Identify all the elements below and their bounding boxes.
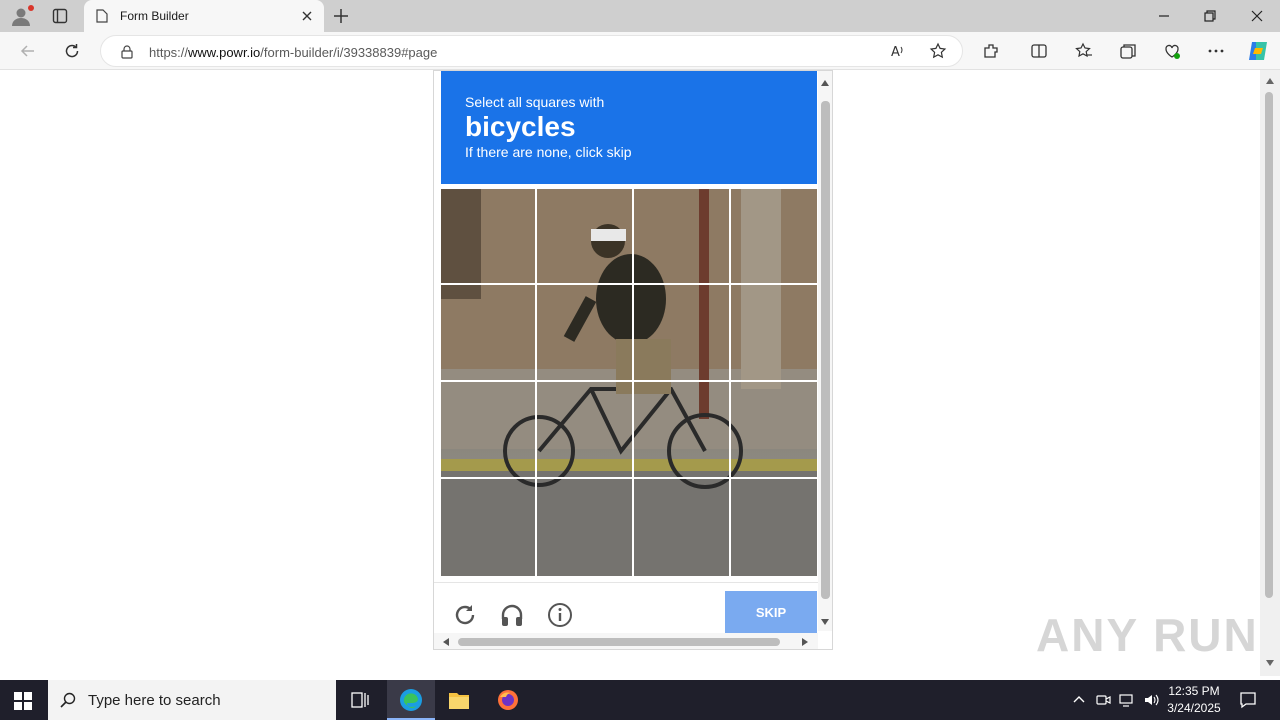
tab-title: Form Builder [120, 9, 189, 23]
back-icon[interactable] [19, 42, 37, 60]
copilot-icon[interactable] [1246, 39, 1270, 63]
anyrun-watermark: ANY RUN [1036, 609, 1259, 661]
extensions-icon[interactable] [982, 42, 1000, 60]
clock-time: 12:35 PM [1168, 684, 1220, 698]
scroll-left-icon[interactable] [443, 638, 449, 646]
captcha-tile[interactable] [441, 189, 537, 285]
restore-icon[interactable] [1202, 8, 1218, 24]
new-tab-icon[interactable] [332, 7, 350, 25]
network-icon[interactable] [1119, 692, 1135, 708]
captcha-instruction: Select all squares with [465, 94, 605, 110]
captcha-tile[interactable] [731, 285, 817, 382]
captcha-tile[interactable] [537, 479, 634, 576]
split-screen-icon[interactable] [1030, 42, 1048, 60]
taskbar-search-box[interactable]: Type here to search [48, 680, 336, 720]
captcha-target-word: bicycles [465, 111, 576, 142]
address-bar[interactable]: https://www.powr.io/form-builder/i/39338… [100, 35, 963, 67]
captcha-tile[interactable] [731, 382, 817, 479]
url-text[interactable]: https://www.powr.io/form-builder/i/39338… [149, 45, 437, 60]
notification-dot [28, 5, 34, 11]
edge-icon [400, 689, 422, 711]
captcha-tile[interactable] [634, 285, 731, 382]
close-tab-icon[interactable] [300, 9, 314, 23]
scroll-down-icon[interactable] [1266, 660, 1274, 666]
firefox-icon [498, 690, 518, 710]
task-view-button[interactable] [336, 680, 384, 720]
read-aloud-icon[interactable]: A [889, 42, 907, 60]
captcha-tile[interactable] [537, 189, 634, 285]
captcha-frame: Select all squares with bicycles If ther… [433, 70, 833, 650]
windows-start-icon[interactable] [14, 692, 32, 710]
browser-navbar: https://www.powr.io/form-builder/i/39338… [0, 32, 1280, 70]
page-icon [96, 9, 108, 23]
meet-now-icon[interactable] [1095, 692, 1111, 708]
edge-taskbar-button[interactable] [387, 680, 435, 720]
page-scroll-thumb[interactable] [1265, 92, 1273, 598]
taskbar-clock[interactable]: 12:35 PM 3/24/2025 [1164, 683, 1224, 717]
favorite-star-icon[interactable] [929, 42, 947, 60]
captcha-scroll-thumb[interactable] [821, 101, 830, 599]
scroll-down-icon[interactable] [821, 619, 829, 625]
scroll-up-icon[interactable] [821, 80, 829, 86]
favorites-icon[interactable] [1075, 42, 1093, 60]
browser-essentials-icon[interactable] [1163, 42, 1181, 60]
tab-actions-icon[interactable] [52, 8, 68, 24]
page-scrollbar[interactable] [1260, 70, 1280, 676]
close-window-icon[interactable] [1249, 8, 1265, 24]
show-hidden-icons-icon[interactable] [1071, 692, 1087, 708]
captcha-tile[interactable] [731, 479, 817, 576]
collections-icon[interactable] [1119, 42, 1137, 60]
skip-button[interactable]: SKIP [725, 591, 817, 635]
captcha-tile[interactable] [537, 285, 634, 382]
captcha-tile[interactable] [634, 479, 731, 576]
minimize-icon[interactable] [1156, 8, 1172, 24]
browser-titlebar: Form Builder [0, 0, 1280, 32]
captcha-hint: If there are none, click skip [465, 144, 632, 160]
reload-icon[interactable] [452, 602, 478, 628]
lock-icon[interactable] [121, 45, 133, 59]
task-view-icon [351, 692, 369, 708]
notifications-icon[interactable] [1239, 691, 1257, 709]
captcha-tile[interactable] [441, 479, 537, 576]
headphones-icon[interactable] [499, 602, 525, 628]
captcha-tile[interactable] [441, 382, 537, 479]
captcha-tile[interactable] [537, 382, 634, 479]
info-icon[interactable] [547, 602, 573, 628]
scroll-right-icon[interactable] [802, 638, 808, 646]
windows-taskbar: Type here to search 12:35 PM 3/24/2025 [0, 680, 1280, 720]
tab-form-builder[interactable]: Form Builder [84, 0, 324, 32]
captcha-image-grid [441, 189, 817, 576]
search-placeholder: Type here to search [88, 692, 221, 709]
clock-date: 3/24/2025 [1167, 701, 1221, 715]
file-explorer-button[interactable] [435, 680, 483, 720]
captcha-tile[interactable] [731, 189, 817, 285]
captcha-tile[interactable] [634, 382, 731, 479]
more-menu-icon[interactable] [1207, 42, 1225, 60]
firefox-taskbar-button[interactable] [484, 680, 532, 720]
svg-text:A: A [891, 45, 900, 60]
captcha-hscroll-thumb[interactable] [458, 638, 780, 646]
scroll-up-icon[interactable] [1266, 78, 1274, 84]
captcha-horizontal-scrollbar[interactable] [434, 633, 818, 649]
search-icon [60, 692, 76, 708]
volume-icon[interactable] [1143, 692, 1159, 708]
captcha-tile[interactable] [441, 285, 537, 382]
captcha-vertical-scrollbar[interactable] [818, 71, 832, 631]
refresh-icon[interactable] [63, 42, 81, 60]
folder-icon [449, 693, 469, 709]
captcha-header: Select all squares with bicycles If ther… [441, 71, 817, 184]
captcha-tile[interactable] [634, 189, 731, 285]
